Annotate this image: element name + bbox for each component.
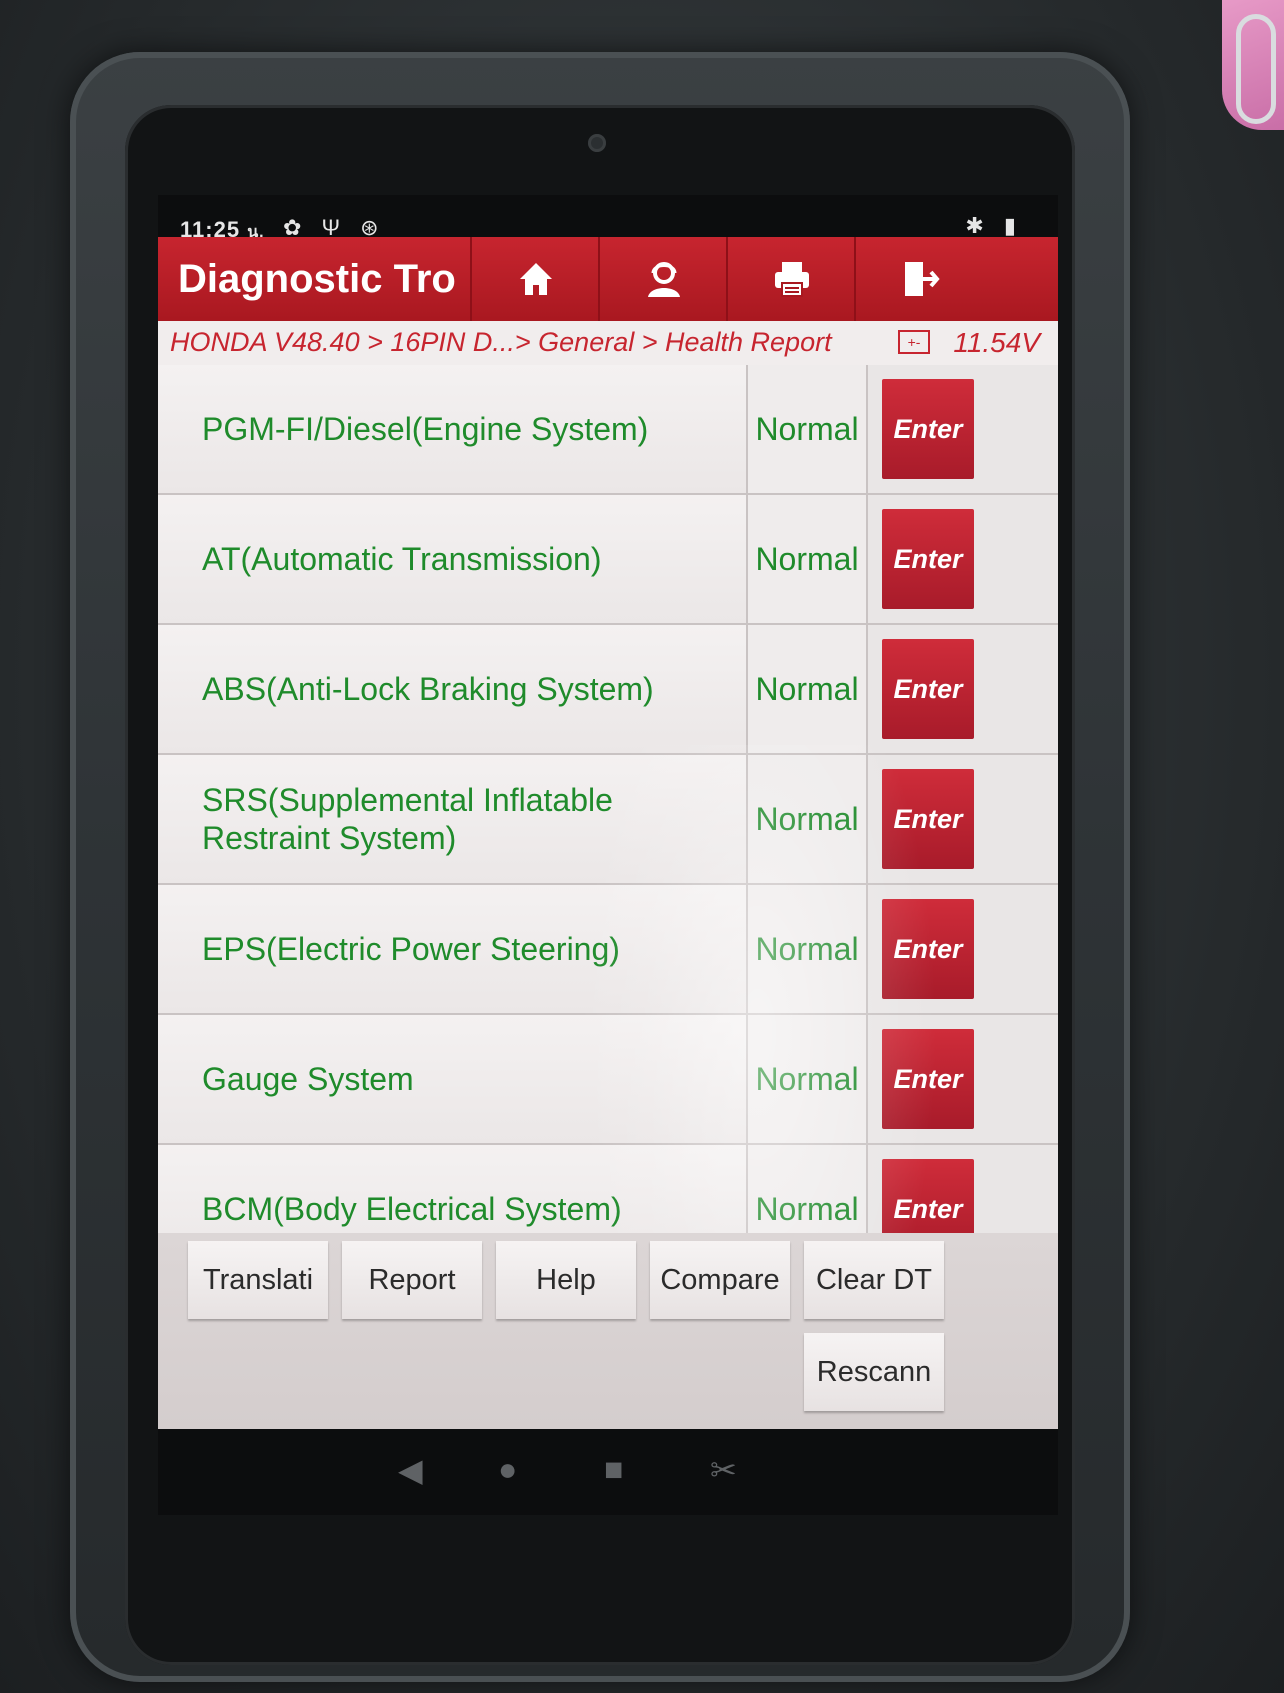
system-status: Normal	[748, 365, 868, 493]
table-row: BCM(Body Electrical System) Normal Enter	[158, 1145, 1058, 1233]
system-name: ABS(Anti-Lock Braking System)	[158, 625, 748, 753]
rescan-button[interactable]: Rescann	[804, 1333, 944, 1411]
breadcrumb-bar: HONDA V48.40 > 16PIN D...> General > Hea…	[158, 321, 1058, 366]
print-button[interactable]	[726, 237, 856, 321]
battery-icon: ▮	[1003, 213, 1016, 238]
system-name: Gauge System	[158, 1015, 748, 1143]
enter-button[interactable]: Enter	[882, 639, 974, 739]
breadcrumb: HONDA V48.40 > 16PIN D...> General > Hea…	[170, 327, 832, 357]
enter-button[interactable]: Enter	[882, 509, 974, 609]
screenshot-nav-icon[interactable]: ✂	[710, 1451, 737, 1489]
enter-button[interactable]: Enter	[882, 769, 974, 869]
report-button[interactable]: Report	[342, 1241, 482, 1319]
photo-stage: 11:25 น. ✿ Ψ ⊛ ✱ ▮ Diagnostic Tro HONDA …	[0, 0, 1284, 1693]
system-status: Normal	[748, 1145, 868, 1233]
system-name: AT(Automatic Transmission)	[158, 495, 748, 623]
system-status: Normal	[748, 625, 868, 753]
status-right-icons: ✱ ▮	[951, 213, 1016, 239]
user-support-icon	[648, 262, 680, 297]
bluetooth-icon: ✱	[965, 213, 984, 238]
enter-button[interactable]: Enter	[882, 379, 974, 479]
front-camera	[588, 134, 606, 152]
home-button[interactable]	[470, 237, 600, 321]
table-row: ABS(Anti-Lock Braking System) Normal Ent…	[158, 625, 1058, 755]
android-nav-bar: ◀ ● ■ ✂	[158, 1429, 1058, 1515]
status-bar: 11:25 น. ✿ Ψ ⊛ ✱ ▮	[158, 195, 1058, 242]
battery-voltage: 11.54V	[953, 327, 1040, 358]
system-status: Normal	[748, 885, 868, 1013]
exit-button[interactable]	[854, 237, 984, 321]
home-icon	[520, 263, 552, 295]
home-nav-icon[interactable]: ●	[498, 1451, 517, 1488]
system-status: Normal	[748, 1015, 868, 1143]
vehicle-battery-icon: +-	[898, 330, 930, 354]
compare-button[interactable]: Compare	[650, 1241, 790, 1319]
clear-dtc-button[interactable]: Clear DT	[804, 1241, 944, 1319]
print-icon	[775, 262, 809, 297]
exit-icon	[905, 262, 940, 296]
recents-nav-icon[interactable]: ■	[604, 1451, 623, 1488]
translation-button[interactable]: Translati	[188, 1241, 328, 1319]
health-report-list: PGM-FI/Diesel(Engine System) Normal Ente…	[158, 365, 1058, 1233]
system-name: EPS(Electric Power Steering)	[158, 885, 748, 1013]
system-name: SRS(Supplemental Inflatable Restraint Sy…	[158, 755, 748, 883]
table-row: AT(Automatic Transmission) Normal Enter	[158, 495, 1058, 625]
table-row: EPS(Electric Power Steering) Normal Ente…	[158, 885, 1058, 1015]
table-row: Gauge System Normal Enter	[158, 1015, 1058, 1145]
system-status: Normal	[748, 495, 868, 623]
enter-button[interactable]: Enter	[882, 1029, 974, 1129]
app-title: Diagnostic Tro	[178, 257, 456, 301]
system-name: BCM(Body Electrical System)	[158, 1145, 748, 1233]
system-status: Normal	[748, 755, 868, 883]
key-ring	[1236, 14, 1276, 124]
enter-button[interactable]: Enter	[882, 1159, 974, 1233]
enter-button[interactable]: Enter	[882, 899, 974, 999]
back-nav-icon[interactable]: ◀	[398, 1451, 423, 1489]
table-row: PGM-FI/Diesel(Engine System) Normal Ente…	[158, 365, 1058, 495]
table-row: SRS(Supplemental Inflatable Restraint Sy…	[158, 755, 1058, 885]
bottom-toolbar: Translati Report Help Compare Clear DT R…	[158, 1233, 1058, 1429]
help-button[interactable]: Help	[496, 1241, 636, 1319]
app-bar: Diagnostic Tro	[158, 237, 1058, 321]
system-name: PGM-FI/Diesel(Engine System)	[158, 365, 748, 493]
device-screen: 11:25 น. ✿ Ψ ⊛ ✱ ▮ Diagnostic Tro HONDA …	[158, 195, 1058, 1515]
user-support-button[interactable]	[598, 237, 728, 321]
